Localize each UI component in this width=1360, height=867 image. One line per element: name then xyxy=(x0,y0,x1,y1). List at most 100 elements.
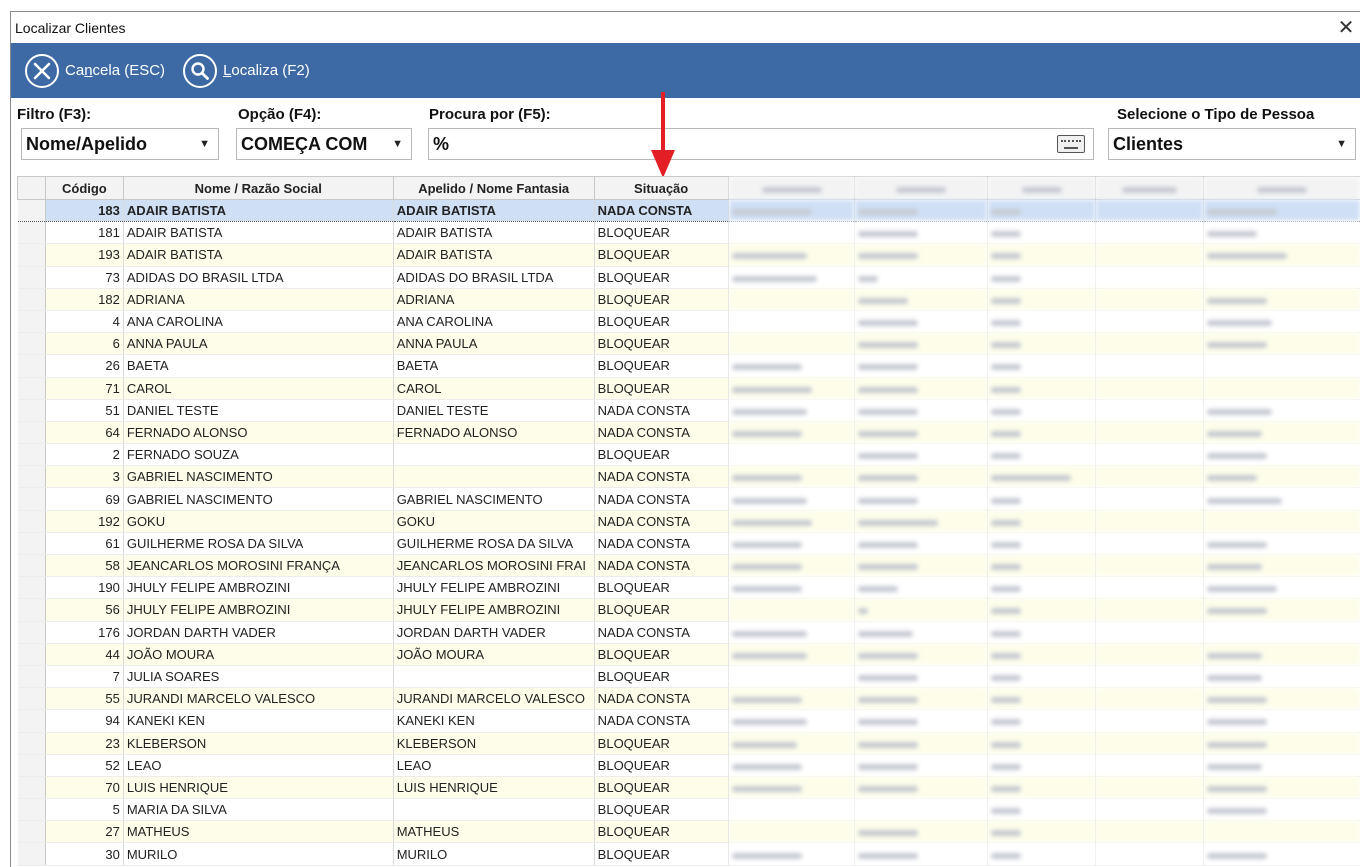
table-row[interactable]: 7JULIA SOARESBLOQUEAR xyxy=(18,665,1360,687)
cell-apelido: ADAIR BATISTA xyxy=(393,200,594,222)
cell-situacao: BLOQUEAR xyxy=(594,643,728,665)
blurred-cell xyxy=(855,333,988,355)
cell-apelido: JHULY FELIPE AMBROZINI xyxy=(393,577,594,599)
cell-nome: CAROL xyxy=(123,377,393,399)
blurred-cell xyxy=(1096,710,1204,732)
table-row[interactable]: 181ADAIR BATISTAADAIR BATISTABLOQUEAR xyxy=(18,222,1360,244)
cell-nome: ADAIR BATISTA xyxy=(123,222,393,244)
blurred-col-header xyxy=(855,177,988,200)
blurred-content xyxy=(732,475,802,481)
table-row[interactable]: 69GABRIEL NASCIMENTOGABRIEL NASCIMENTONA… xyxy=(18,488,1360,510)
close-icon[interactable]: ✕ xyxy=(1331,15,1360,40)
cell-apelido: MURILO xyxy=(393,843,594,865)
blurred-cell xyxy=(988,732,1096,754)
blurred-cell xyxy=(988,200,1096,222)
table-row[interactable]: 23KLEBERSONKLEBERSONBLOQUEAR xyxy=(18,732,1360,754)
row-indicator xyxy=(18,732,46,754)
row-indicator xyxy=(18,333,46,355)
filter-panel: Filtro (F3): Nome/Apelido ▼ Opção (F4): … xyxy=(11,98,1360,164)
table-row[interactable]: 2FERNADO SOUZABLOQUEAR xyxy=(18,444,1360,466)
table-row[interactable]: 94KANEKI KENKANEKI KENNADA CONSTA xyxy=(18,710,1360,732)
row-indicator xyxy=(18,222,46,244)
blurred-cell xyxy=(855,843,988,865)
blurred-cell xyxy=(728,355,855,377)
table-row[interactable]: 6ANNA PAULAANNA PAULABLOQUEAR xyxy=(18,333,1360,355)
blurred-cell xyxy=(728,643,855,665)
blurred-cell xyxy=(988,688,1096,710)
table-row[interactable]: 193ADAIR BATISTAADAIR BATISTABLOQUEAR xyxy=(18,244,1360,266)
table-row[interactable]: 26BAETABAETABLOQUEAR xyxy=(18,355,1360,377)
table-row[interactable]: 71CAROLCAROLBLOQUEAR xyxy=(18,377,1360,399)
col-header-codigo[interactable]: Código xyxy=(45,177,123,200)
table-row[interactable]: 27MATHEUSMATHEUSBLOQUEAR xyxy=(18,821,1360,843)
cell-apelido: JEANCARLOS MOROSINI FRAI xyxy=(393,555,594,577)
table-row[interactable]: 182ADRIANAADRIANABLOQUEAR xyxy=(18,288,1360,310)
row-indicator xyxy=(18,377,46,399)
blurred-content xyxy=(991,298,1021,304)
cell-apelido: DANIEL TESTE xyxy=(393,399,594,421)
table-row[interactable]: 176JORDAN DARTH VADERJORDAN DARTH VADERN… xyxy=(18,621,1360,643)
cell-situacao: NADA CONSTA xyxy=(594,421,728,443)
blurred-cell xyxy=(1096,377,1204,399)
cancel-button[interactable]: Cancela (ESC) xyxy=(25,54,165,88)
tipo-pessoa-select[interactable]: Clientes ▼ xyxy=(1108,128,1356,160)
table-row[interactable]: 30MURILOMURILOBLOQUEAR xyxy=(18,843,1360,865)
blurred-cell xyxy=(988,532,1096,554)
table-row[interactable]: 183ADAIR BATISTAADAIR BATISTANADA CONSTA xyxy=(18,200,1360,222)
red-arrow-annotation xyxy=(643,90,683,182)
table-row[interactable]: 73ADIDAS DO BRASIL LTDAADIDAS DO BRASIL … xyxy=(18,266,1360,288)
filtro-select[interactable]: Nome/Apelido ▼ xyxy=(21,128,219,160)
table-row[interactable]: 4ANA CAROLINAANA CAROLINABLOQUEAR xyxy=(18,310,1360,332)
blurred-cell xyxy=(1096,643,1204,665)
col-header-situacao[interactable]: Situação xyxy=(594,177,728,200)
table-row[interactable]: 61GUILHERME ROSA DA SILVAGUILHERME ROSA … xyxy=(18,532,1360,554)
row-indicator xyxy=(18,355,46,377)
blurred-cell xyxy=(988,222,1096,244)
table-row[interactable]: 58JEANCARLOS MOROSINI FRANÇAJEANCARLOS M… xyxy=(18,555,1360,577)
col-header-nome[interactable]: Nome / Razão Social xyxy=(123,177,393,200)
table-row[interactable]: 192GOKUGOKUNADA CONSTA xyxy=(18,510,1360,532)
opcao-select[interactable]: COMEÇA COM ▼ xyxy=(236,128,412,160)
procura-input[interactable]: % xyxy=(428,128,1094,160)
blurred-cell xyxy=(1204,710,1360,732)
cell-nome: MATHEUS xyxy=(123,821,393,843)
blurred-cell xyxy=(728,444,855,466)
chevron-down-icon: ▼ xyxy=(392,138,403,150)
table-row[interactable]: 52LEAOLEAOBLOQUEAR xyxy=(18,754,1360,776)
table-row[interactable]: 64FERNADO ALONSOFERNADO ALONSONADA CONST… xyxy=(18,421,1360,443)
keyboard-icon[interactable] xyxy=(1057,135,1085,153)
blurred-content xyxy=(858,231,918,237)
blurred-content xyxy=(991,475,1071,481)
blurred-cell xyxy=(728,466,855,488)
table-row[interactable]: 51DANIEL TESTEDANIEL TESTENADA CONSTA xyxy=(18,399,1360,421)
table-row[interactable]: 70LUIS HENRIQUELUIS HENRIQUEBLOQUEAR xyxy=(18,776,1360,798)
cell-situacao: NADA CONSTA xyxy=(594,688,728,710)
blurred-cell xyxy=(728,200,855,222)
table-row[interactable]: 55JURANDI MARCELO VALESCOJURANDI MARCELO… xyxy=(18,688,1360,710)
table-row[interactable]: 44JOÃO MOURAJOÃO MOURABLOQUEAR xyxy=(18,643,1360,665)
blurred-content xyxy=(991,853,1021,859)
blurred-content xyxy=(858,719,918,725)
search-button[interactable]: Localiza (F2) xyxy=(183,54,310,88)
blurred-cell xyxy=(1096,532,1204,554)
table-row[interactable]: 56JHULY FELIPE AMBROZINIJHULY FELIPE AMB… xyxy=(18,599,1360,621)
blurred-cell xyxy=(728,577,855,599)
table-row[interactable]: 190JHULY FELIPE AMBROZINIJHULY FELIPE AM… xyxy=(18,577,1360,599)
header-row: Código Nome / Razão Social Apelido / Nom… xyxy=(18,177,1360,200)
clientes-table: Código Nome / Razão Social Apelido / Nom… xyxy=(17,176,1360,866)
blurred-content xyxy=(732,542,802,548)
blurred-content xyxy=(1207,231,1257,237)
cell-codigo: 4 xyxy=(45,310,123,332)
blurred-content xyxy=(858,453,918,459)
blurred-content xyxy=(732,653,807,659)
blurred-cell xyxy=(728,333,855,355)
blurred-cell xyxy=(1204,355,1360,377)
col-header-apelido[interactable]: Apelido / Nome Fantasia xyxy=(393,177,594,200)
table-row[interactable]: 3GABRIEL NASCIMENTONADA CONSTA xyxy=(18,466,1360,488)
cell-situacao: BLOQUEAR xyxy=(594,821,728,843)
row-indicator xyxy=(18,488,46,510)
cell-nome: DANIEL TESTE xyxy=(123,399,393,421)
table-row[interactable]: 5MARIA DA SILVABLOQUEAR xyxy=(18,799,1360,821)
cell-nome: GABRIEL NASCIMENTO xyxy=(123,488,393,510)
row-indicator xyxy=(18,621,46,643)
